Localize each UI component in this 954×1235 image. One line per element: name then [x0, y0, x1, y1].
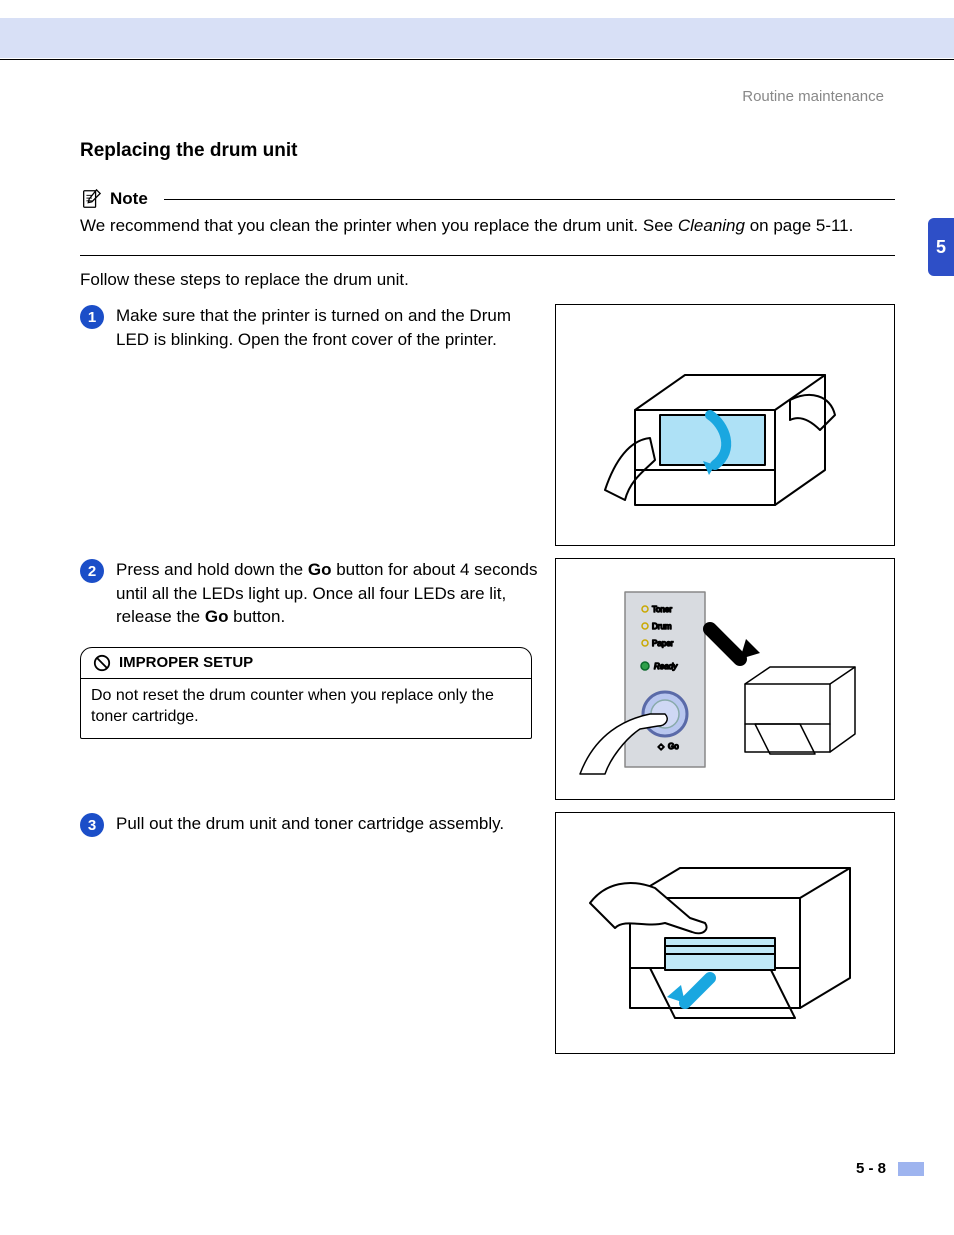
led-ready-label: Ready — [654, 662, 678, 671]
improper-setup-callout: IMPROPER SETUP Do not reset the drum cou… — [80, 647, 532, 739]
page-content: Replacing the drum unit Note We recommen… — [80, 140, 895, 1066]
note-rule — [164, 199, 895, 200]
header-band — [0, 18, 954, 58]
printer-pull-drum-illustration — [570, 828, 880, 1038]
step-text: Pull out the drum unit and toner cartrid… — [116, 812, 546, 835]
note-label: Note — [110, 189, 148, 209]
step-text: Make sure that the printer is turned on … — [116, 304, 546, 351]
svg-text:Go: Go — [668, 742, 679, 751]
printer-go-button-illustration: Toner Drum Paper Ready ◇ Go — [570, 574, 880, 784]
section-thumb-tab: 5 — [928, 218, 954, 276]
printer-open-cover-illustration — [575, 320, 875, 530]
note-icon — [80, 188, 102, 210]
figure-pull-drum — [555, 812, 895, 1054]
footer-tab — [898, 1162, 924, 1176]
step-number-badge: 2 — [80, 559, 104, 583]
callout-body: Do not reset the drum counter when you r… — [81, 679, 531, 738]
figure-press-go: Toner Drum Paper Ready ◇ Go — [555, 558, 895, 800]
step-number-badge: 3 — [80, 813, 104, 837]
section-header: Routine maintenance — [742, 88, 884, 105]
section-number: 5 — [936, 237, 946, 258]
callout-title: IMPROPER SETUP — [119, 654, 253, 671]
callout-title-row: IMPROPER SETUP — [81, 648, 531, 679]
note-text-suffix: on page 5-11. — [745, 216, 853, 235]
intro-text: Follow these steps to replace the drum u… — [80, 270, 895, 290]
led-toner-label: Toner — [652, 605, 672, 614]
prohibited-icon — [93, 654, 111, 672]
note-text-prefix: We recommend that you clean the printer … — [80, 216, 678, 235]
note-header: Note — [80, 188, 895, 210]
separator — [80, 255, 895, 256]
figure-open-cover — [555, 304, 895, 546]
led-paper-label: Paper — [652, 639, 674, 648]
page-title: Replacing the drum unit — [80, 140, 895, 162]
step-number-badge: 1 — [80, 305, 104, 329]
page-number: 5 - 8 — [856, 1160, 886, 1177]
steps-container: 1 Make sure that the printer is turned o… — [80, 304, 895, 1066]
led-drum-label: Drum — [652, 622, 672, 631]
note-xref: Cleaning — [678, 216, 745, 235]
step-text: Press and hold down the Go button for ab… — [116, 558, 546, 628]
go-button-label: ◇ — [658, 742, 665, 751]
page: Routine maintenance 5 Replacing the drum… — [0, 0, 954, 1235]
page-footer: 5 - 8 — [856, 1160, 924, 1177]
note-body: We recommend that you clean the printer … — [80, 214, 895, 237]
